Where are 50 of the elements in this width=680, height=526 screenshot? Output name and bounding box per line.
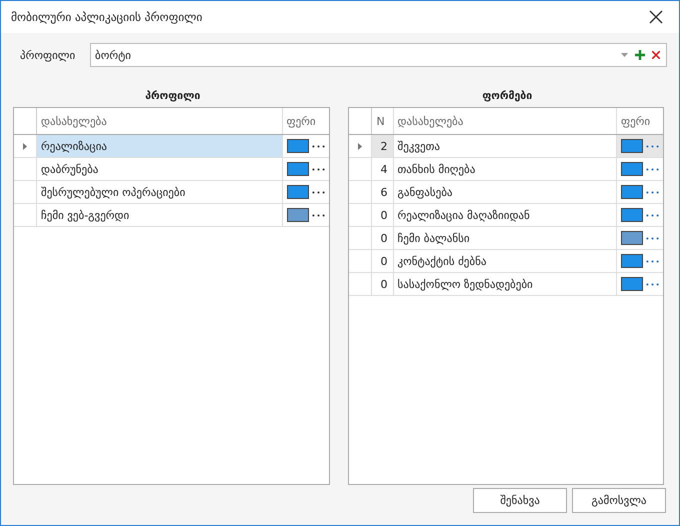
more-icon[interactable] bbox=[312, 190, 324, 194]
table-cell: 4 bbox=[380, 162, 388, 176]
delete-icon[interactable] bbox=[652, 51, 660, 59]
table-cell: სასაქონლო ზედნადებები bbox=[398, 278, 533, 290]
table-cell: 2 bbox=[380, 140, 388, 152]
column-header[interactable]: ფერი bbox=[617, 108, 663, 134]
grid-row[interactable]: 0 სასაქონლო ზედნადებები bbox=[348, 273, 663, 296]
more-icon[interactable] bbox=[312, 168, 324, 170]
more-icon[interactable] bbox=[312, 214, 324, 216]
panel-title: ფორმები bbox=[481, 89, 534, 104]
table-cell: 0 bbox=[380, 208, 388, 222]
grid-row[interactable]: 2 შეკვეთა bbox=[348, 135, 663, 158]
dropdown-icon[interactable] bbox=[621, 53, 628, 57]
grid-row[interactable]: შესრულებული ოპერაციები bbox=[14, 181, 328, 204]
more-icon[interactable] bbox=[312, 144, 324, 148]
grid-row[interactable]: 6 განფასება bbox=[348, 181, 663, 204]
table-cell: დაბრუნება bbox=[41, 162, 98, 176]
table-cell: 6 bbox=[380, 186, 388, 198]
table-cell: ჩემი ვებ-გვერდი bbox=[41, 208, 130, 222]
table-cell: რეალიზაცია მაღაზიიდან bbox=[398, 208, 530, 222]
column-header[interactable]: დასახელება bbox=[394, 108, 617, 134]
table-cell: 0 bbox=[380, 232, 388, 244]
window-title: მობილური აპლიკაციის პროფილი bbox=[11, 10, 202, 24]
table-cell: კონტაქტის ძებნა bbox=[398, 254, 486, 268]
row-indicator-icon bbox=[358, 142, 362, 150]
field-label: პროფილი bbox=[19, 48, 76, 62]
dialog-button[interactable]: შენახვა bbox=[473, 488, 567, 513]
table-cell: 0 bbox=[380, 254, 388, 268]
grid-row[interactable]: 0 კონტაქტის ძებნა bbox=[348, 250, 663, 273]
table-cell: შესრულებული ოპერაციები bbox=[41, 186, 186, 198]
grid-row[interactable]: 4 თანხის მიღება bbox=[348, 158, 663, 181]
table-cell: თანხის მიღება bbox=[398, 162, 476, 176]
close-icon[interactable] bbox=[649, 10, 663, 24]
table-cell: რეალიზაცია bbox=[41, 140, 107, 152]
table-cell: განფასება bbox=[398, 186, 452, 198]
grid-row[interactable]: 0 რეალიზაცია მაღაზიიდან bbox=[348, 204, 663, 227]
grid-row[interactable]: ჩემი ვებ-გვერდი bbox=[14, 204, 328, 227]
column-header[interactable]: ფერი bbox=[282, 108, 328, 134]
row-indicator-icon bbox=[23, 142, 27, 150]
table-cell: შეკვეთა bbox=[398, 140, 440, 152]
panel-title: პროფილი bbox=[144, 89, 202, 104]
table-cell: 0 bbox=[380, 278, 388, 290]
profile-combo[interactable]: ბორტი bbox=[90, 43, 667, 67]
grid-row[interactable]: 0 ჩემი ბალანსი bbox=[348, 227, 663, 250]
table-cell: ჩემი ბალანსი bbox=[398, 232, 470, 244]
grid-row[interactable]: დაბრუნება bbox=[14, 158, 328, 181]
dialog-button[interactable]: გამოსვლა bbox=[572, 488, 666, 513]
add-icon[interactable] bbox=[635, 50, 645, 60]
column-header[interactable]: დასახელება bbox=[37, 108, 282, 134]
column-header[interactable]: N bbox=[372, 108, 394, 134]
